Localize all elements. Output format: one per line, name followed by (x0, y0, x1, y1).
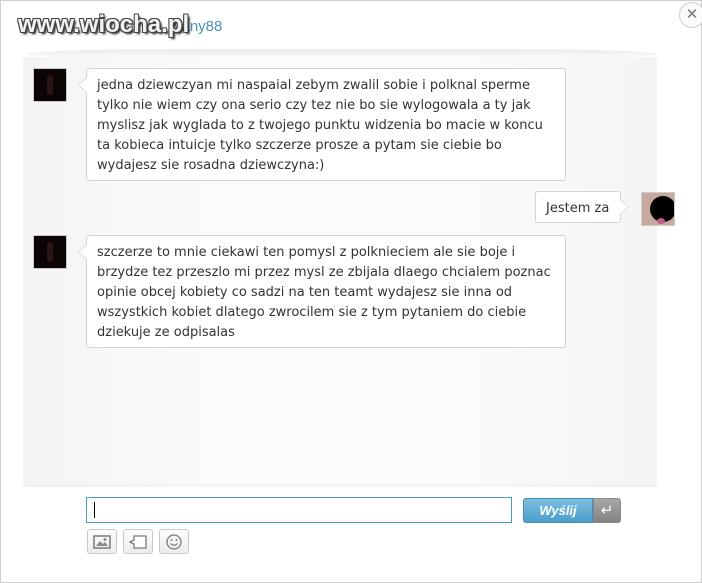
watermark: www.wiocha.pl (18, 11, 190, 38)
my-avatar[interactable] (641, 192, 675, 226)
message-input[interactable] (86, 497, 512, 523)
image-icon (93, 535, 111, 549)
attach-image-button[interactable] (87, 529, 117, 554)
chat-header: vany88 www.wiocha.pl ✕ (1, 1, 702, 49)
close-icon: ✕ (685, 5, 699, 23)
message-list[interactable]: jedna dziewczyan mi naspaial zebym zwali… (23, 57, 675, 487)
message-text: jedna dziewczyan mi naspaial zebym zwali… (97, 78, 543, 173)
bubble-button[interactable] (123, 529, 153, 554)
close-button[interactable]: ✕ (679, 2, 702, 28)
avatar-figure (47, 242, 53, 262)
message-bubble-outgoing: Jestem za (535, 191, 629, 223)
partner-avatar[interactable] (33, 235, 67, 269)
avatar-figure (47, 75, 53, 95)
message-text: szczerze to mnie ciekawi ten pomysl z po… (97, 245, 551, 340)
partner-avatar[interactable] (33, 68, 67, 102)
enter-send-button[interactable]: ↵ (593, 498, 621, 523)
message-text: Jestem za (546, 201, 610, 216)
enter-arrow-icon: ↵ (600, 501, 614, 519)
message-bubble-incoming: szczerze to mnie ciekawi ten pomysl z po… (78, 235, 566, 348)
avatar-dot (657, 218, 665, 224)
smiley-icon (166, 534, 182, 550)
text-caret (94, 502, 95, 518)
speech-bubble-icon (128, 535, 147, 549)
chat-window: vany88 www.wiocha.pl ✕ jedna dziewczyan … (0, 0, 702, 583)
message-bubble-incoming: jedna dziewczyan mi naspaial zebym zwali… (78, 68, 566, 181)
emoji-button[interactable] (159, 529, 189, 554)
send-button[interactable]: Wyślij (523, 498, 593, 523)
